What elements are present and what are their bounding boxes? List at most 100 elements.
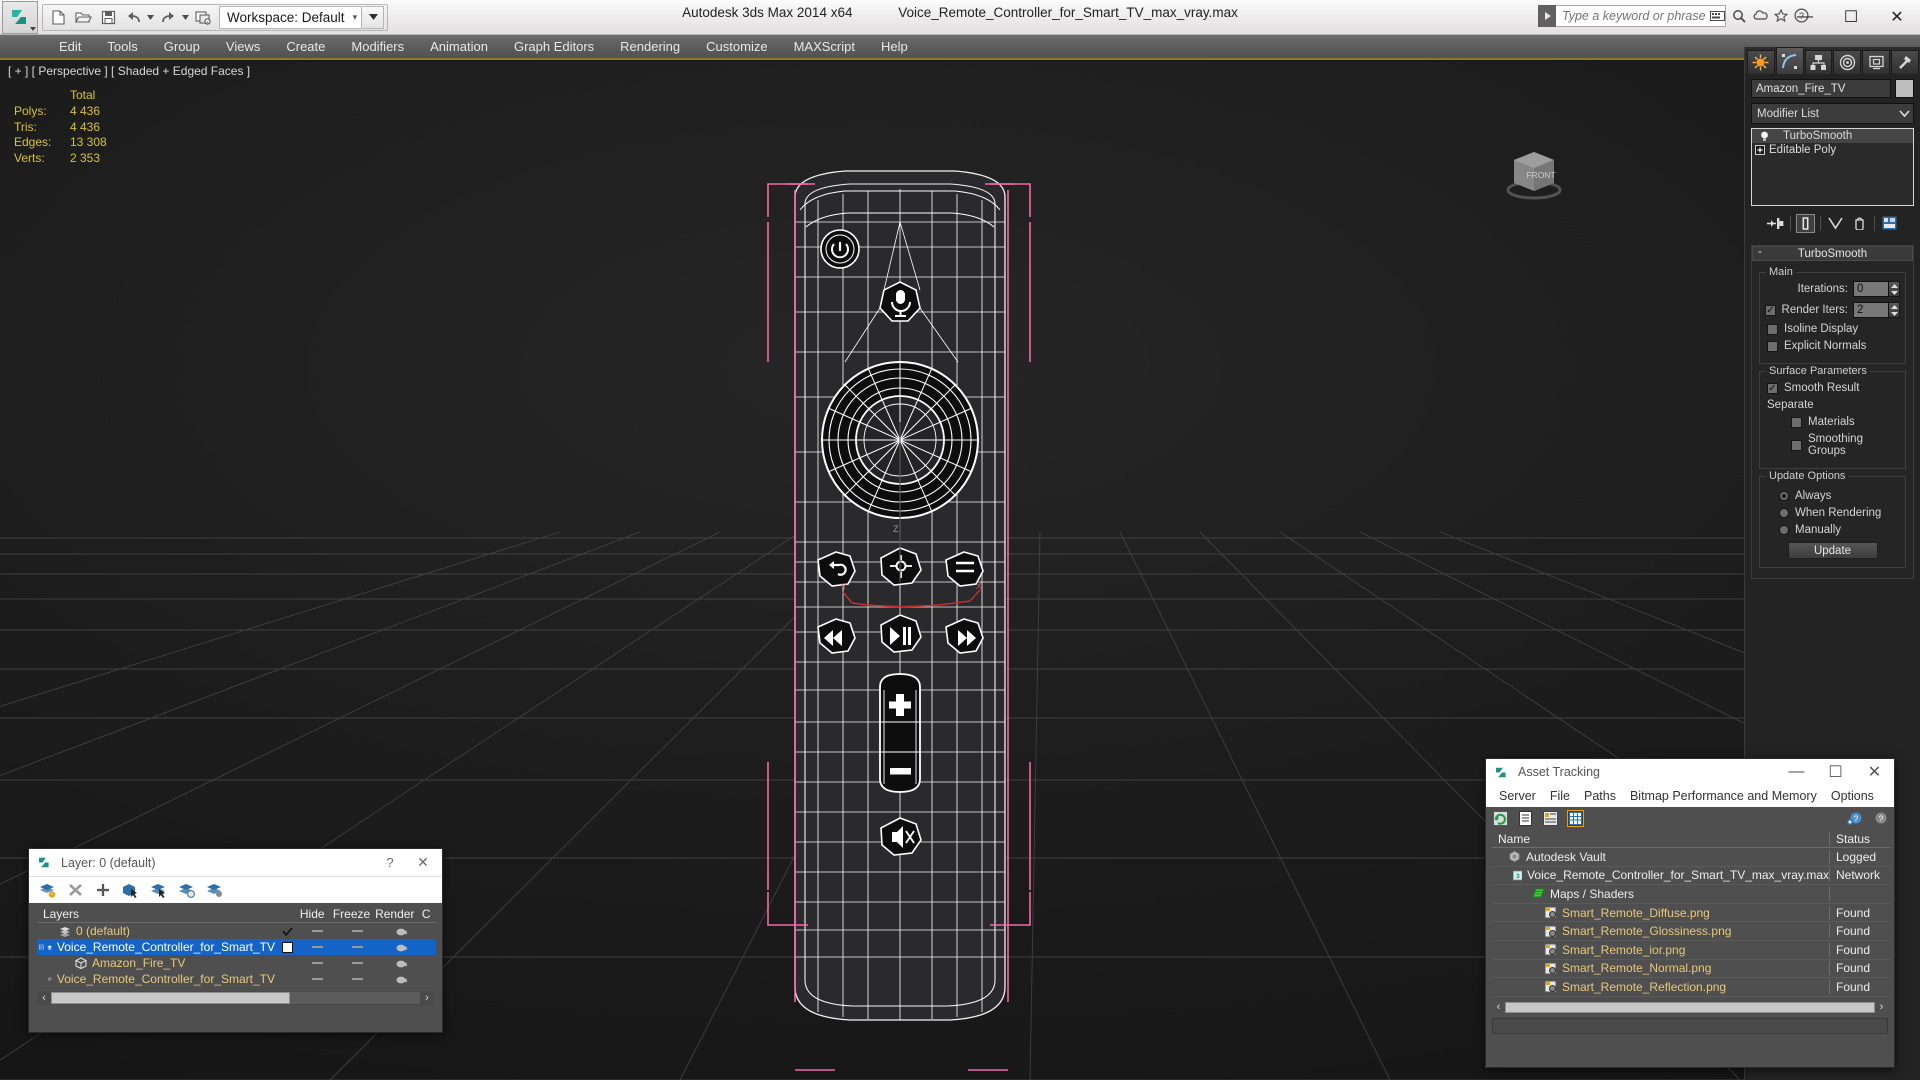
asset-menu-file[interactable]: File <box>1543 787 1577 805</box>
search-icon[interactable] <box>1730 6 1747 25</box>
save-file-icon[interactable] <box>96 6 120 29</box>
remove-modifier-button[interactable] <box>1850 214 1869 233</box>
turbosmooth-rollout-header[interactable]: - TurboSmooth <box>1752 246 1913 261</box>
help-icon[interactable]: ? <box>1871 810 1888 827</box>
app-menu-button[interactable] <box>2 0 38 34</box>
layer-freeze-toggle[interactable] <box>335 962 379 964</box>
layer-dialog[interactable]: Layer: 0 (default) ? ✕ * Layers Hide Fre… <box>28 848 443 1033</box>
iterations-value[interactable]: 0 <box>1853 281 1889 297</box>
search-arrow-icon[interactable] <box>1538 5 1556 27</box>
menu-item-rendering[interactable]: Rendering <box>607 35 693 58</box>
explicit-normals-checkbox[interactable] <box>1767 340 1778 352</box>
workspace-dropdown-button[interactable] <box>363 5 385 29</box>
asset-close-button[interactable]: ✕ <box>1855 759 1894 785</box>
cloud-icon[interactable] <box>1751 6 1768 25</box>
select-highlighted-icon[interactable] <box>150 882 167 898</box>
table-row[interactable]: Maps / Shaders <box>1492 885 1890 904</box>
workspace-selector[interactable]: Workspace: Default ▾ <box>219 5 363 29</box>
object-name-field[interactable]: Amazon_Fire_TV <box>1751 79 1891 98</box>
menu-item-maxscript[interactable]: MAXScript <box>781 35 868 58</box>
table-row[interactable]: Smart_Remote_Diffuse.png Found <box>1492 904 1890 923</box>
materials-row[interactable]: Materials <box>1791 416 1900 428</box>
layer-render-toggle[interactable] <box>379 975 423 984</box>
scroll-track[interactable] <box>290 992 420 1004</box>
smoothing-groups-checkbox[interactable] <box>1791 439 1802 451</box>
render-iters-value[interactable]: 2 <box>1853 302 1889 318</box>
smooth-result-row[interactable]: Smooth Result <box>1767 382 1900 394</box>
table-row[interactable]: Voice_Remote_Controller_for_Smart_TV <box>37 971 436 987</box>
maximize-button[interactable]: ☐ <box>1828 0 1874 34</box>
hierarchy-tab[interactable] <box>1804 50 1833 74</box>
scroll-left-icon[interactable]: ‹ <box>37 992 51 1004</box>
layer-hide-toggle[interactable] <box>299 962 335 964</box>
layer-col-hide[interactable]: Hide <box>295 907 330 921</box>
layer-render-toggle[interactable] <box>379 927 423 936</box>
undo-dropdown-icon[interactable] <box>146 6 155 29</box>
manually-row[interactable]: Manually <box>1779 524 1900 536</box>
menu-item-help[interactable]: Help <box>868 35 921 58</box>
always-radio[interactable] <box>1779 491 1789 501</box>
table-row[interactable]: Smart_Remote_Normal.png Found <box>1492 960 1890 979</box>
materials-checkbox[interactable] <box>1791 416 1802 428</box>
display-tab[interactable] <box>1862 50 1891 74</box>
layer-col-color[interactable]: C <box>416 907 436 921</box>
modify-tab[interactable] <box>1775 47 1804 74</box>
asset-menu-options[interactable]: Options <box>1824 787 1881 805</box>
utilities-tab[interactable] <box>1891 50 1919 74</box>
table-row[interactable]: Smart_Remote_ior.png Found <box>1492 941 1890 960</box>
object-color-swatch[interactable] <box>1895 79 1914 98</box>
menu-item-edit[interactable]: Edit <box>46 35 94 58</box>
layer-freeze-toggle[interactable] <box>335 978 379 980</box>
asset-col-name[interactable]: Name <box>1492 832 1830 846</box>
grid-view-icon[interactable] <box>1567 809 1584 827</box>
collapse-minus-icon[interactable] <box>39 942 44 952</box>
modifier-list-dropdown[interactable]: Modifier List <box>1751 103 1914 124</box>
render-iters-checkbox[interactable] <box>1765 304 1776 316</box>
close-button[interactable]: ✕ <box>1874 0 1920 34</box>
when-rendering-row[interactable]: When Rendering <box>1779 507 1900 519</box>
modifier-stack[interactable]: TurboSmooth Editable Poly <box>1751 128 1914 206</box>
isoline-display-checkbox[interactable] <box>1767 323 1778 335</box>
configure-modifier-sets-button[interactable] <box>1880 214 1899 233</box>
highlight-selected-icon[interactable] <box>178 882 195 898</box>
pin-stack-button[interactable] <box>1766 214 1785 233</box>
add-selection-icon[interactable] <box>95 882 111 898</box>
layer-render-toggle[interactable] <box>379 943 423 952</box>
table-row[interactable]: Smart_Remote_Reflection.png Found <box>1492 978 1890 997</box>
modifier-stack-item-turbosmooth[interactable]: TurboSmooth <box>1752 129 1913 143</box>
scroll-left-icon[interactable]: ‹ <box>1492 1001 1505 1013</box>
explicit-normals-row[interactable]: Explicit Normals <box>1767 340 1900 352</box>
search-input[interactable] <box>1556 5 1726 27</box>
menu-item-modifiers[interactable]: Modifiers <box>338 35 417 58</box>
table-row[interactable]: Autodesk Vault Logged <box>1492 848 1890 867</box>
layer-freeze-toggle[interactable] <box>335 930 379 932</box>
remote-control-model[interactable]: Y X Z <box>767 170 1031 1071</box>
layer-col-render[interactable]: Render <box>373 907 416 921</box>
iterations-spinner-arrows[interactable] <box>1889 281 1900 297</box>
render-iters-spinner[interactable]: 2 <box>1853 302 1900 318</box>
new-file-icon[interactable] <box>46 6 70 29</box>
scroll-right-icon[interactable]: › <box>1875 1001 1888 1013</box>
motion-tab[interactable] <box>1833 50 1862 74</box>
isoline-display-row[interactable]: Isoline Display <box>1767 323 1900 335</box>
layer-properties-icon[interactable] <box>206 882 223 898</box>
new-layer-icon[interactable]: * <box>39 882 56 898</box>
help-add-icon[interactable]: ? <box>1846 810 1863 827</box>
undo-icon[interactable] <box>121 6 145 29</box>
layer-active-check[interactable] <box>275 941 299 953</box>
asset-menu-bitmap-performance[interactable]: Bitmap Performance and Memory <box>1623 787 1824 805</box>
iterations-spinner[interactable]: 0 <box>1853 281 1900 297</box>
menu-item-graph-editors[interactable]: Graph Editors <box>501 35 607 58</box>
asset-maximize-button[interactable]: ☐ <box>1816 759 1855 785</box>
menu-item-tools[interactable]: Tools <box>94 35 150 58</box>
open-file-icon[interactable] <box>71 6 95 29</box>
layer-col-freeze[interactable]: Freeze <box>330 907 373 921</box>
modifier-stack-item-editable-poly[interactable]: Editable Poly <box>1752 143 1913 157</box>
make-unique-button[interactable] <box>1826 214 1845 233</box>
smoothing-groups-row[interactable]: Smoothing Groups <box>1791 433 1900 457</box>
update-button[interactable]: Update <box>1787 542 1878 559</box>
layer-hide-toggle[interactable] <box>299 946 335 948</box>
layer-col-layers[interactable]: Layers <box>37 907 271 921</box>
keyboard-shortcut-icon[interactable] <box>1709 6 1726 25</box>
menu-item-group[interactable]: Group <box>151 35 213 58</box>
